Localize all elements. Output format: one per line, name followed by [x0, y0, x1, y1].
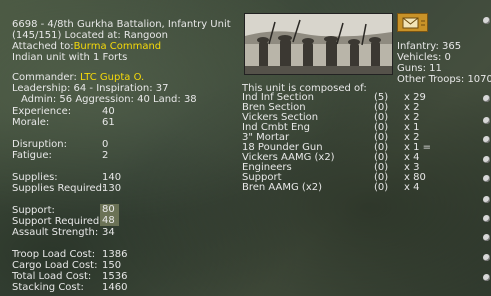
table-row: Bren AAMG (x2) (0) x 4: [242, 183, 431, 193]
unit-photo-image: [245, 14, 392, 74]
cargo-load-cost-label: Cargo Load Cost:: [12, 260, 98, 271]
commander-label: Commander:: [12, 72, 77, 83]
guns-count: Guns: 11: [397, 63, 442, 74]
assault-strength-value: 34: [102, 227, 115, 238]
total-load-cost-value: 1536: [102, 271, 128, 282]
side-button-dot[interactable]: [483, 254, 490, 261]
disruption-value: 0: [102, 139, 109, 150]
supplies-required-value: 130: [102, 183, 122, 194]
side-button-dot[interactable]: [483, 274, 490, 281]
commander-name-link[interactable]: LTC Gupta O.: [80, 72, 144, 83]
supplies-value: 140: [102, 172, 122, 183]
device-name: Bren AAMG (x2): [242, 182, 323, 193]
unit-title: 6698 - 4/8th Gurkha Battalion, Infantry …: [12, 19, 231, 30]
total-load-cost-label: Total Load Cost:: [12, 271, 92, 282]
support-label: Support:: [12, 205, 55, 216]
mail-button[interactable]: [397, 13, 428, 32]
support-required-label: Support Required:: [12, 216, 103, 227]
support-required-value: 48: [100, 215, 119, 226]
assault-strength-label: Assault Strength:: [12, 227, 99, 238]
morale-value: 61: [102, 117, 115, 128]
side-button-dot[interactable]: [483, 117, 490, 124]
admin-line: Admin: 56 Aggression: 40 Land: 38: [21, 94, 197, 105]
nationality-forts: Indian unit with 1 Forts: [12, 52, 128, 63]
attached-label: Attached to:: [12, 41, 74, 52]
side-button-dot[interactable]: [483, 17, 490, 24]
side-button-dot[interactable]: [483, 156, 490, 163]
device-quantity: x 4: [404, 182, 420, 193]
supplies-required-label: Supplies Required:: [12, 183, 106, 194]
attached-line: Attached to:Burma Command: [12, 41, 161, 52]
side-button-dot[interactable]: [483, 196, 490, 203]
side-button-dot[interactable]: [483, 136, 490, 143]
experience-label: Experience:: [12, 106, 72, 117]
stacking-cost-value: 1460: [102, 282, 128, 293]
cargo-load-cost-value: 150: [102, 260, 122, 271]
disruption-label: Disruption:: [12, 139, 68, 150]
troop-load-cost-value: 1386: [102, 249, 128, 260]
troop-load-cost-label: Troop Load Cost:: [12, 249, 96, 260]
stacking-cost-label: Stacking Cost:: [12, 282, 84, 293]
vehicles-count: Vehicles: 0: [397, 52, 451, 63]
fatigue-value: 2: [102, 150, 109, 161]
unit-photo: [244, 13, 393, 75]
side-button-dot[interactable]: [483, 175, 490, 182]
side-button-dot[interactable]: [483, 95, 490, 102]
morale-label: Morale:: [12, 117, 50, 128]
leadership-line: Leadership: 64 - Inspiration: 37: [12, 83, 169, 94]
attached-hq-link[interactable]: Burma Command: [74, 41, 162, 52]
composition-table: Ind Inf Section (5) x 29 Bren Section (0) x …: [242, 93, 431, 193]
experience-value: 40: [102, 106, 115, 117]
commander-line: Commander: LTC Gupta O.: [12, 72, 144, 83]
infantry-count: Infantry: 365: [397, 41, 462, 52]
envelope-icon: [402, 17, 425, 29]
side-button-dot[interactable]: [483, 234, 490, 241]
unit-strength-location: (145/151) Located at: Rangoon: [12, 30, 168, 41]
side-button-dot[interactable]: [483, 215, 490, 222]
fatigue-label: Fatigue:: [12, 150, 52, 161]
other-troops-count: Other Troops: 1070: [397, 74, 491, 85]
support-value: 80: [100, 204, 119, 215]
device-damaged: (0): [374, 182, 389, 193]
supplies-label: Supplies:: [12, 172, 58, 183]
